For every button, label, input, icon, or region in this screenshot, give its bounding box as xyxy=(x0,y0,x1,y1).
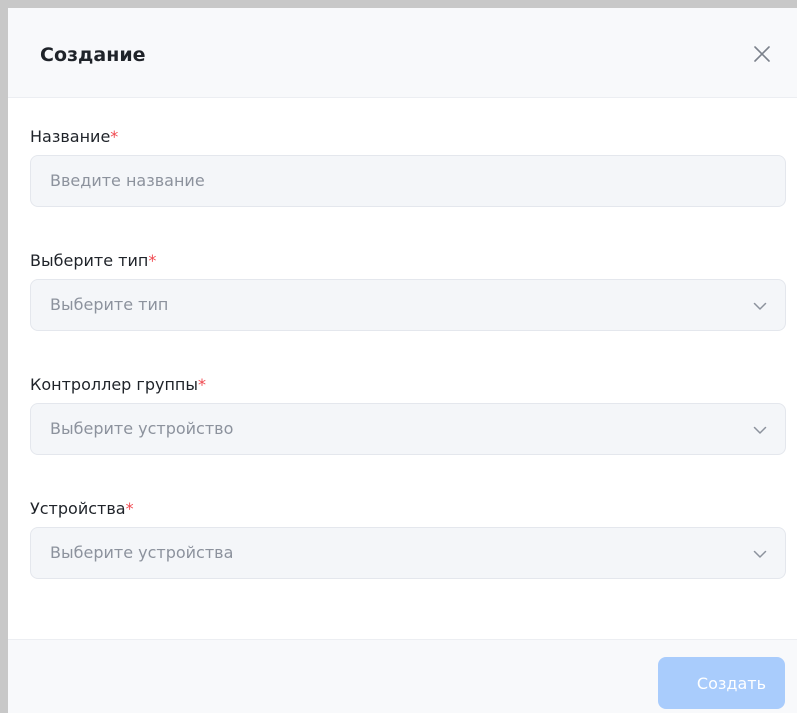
create-dialog: Создание Название* Введите название Выбе… xyxy=(8,8,797,713)
name-input[interactable]: Введите название xyxy=(30,155,786,207)
name-label-text: Название xyxy=(30,127,111,146)
dialog-footer: Создать xyxy=(8,639,797,713)
required-marker: * xyxy=(125,499,134,518)
group-controller-field-label: Контроллер группы* xyxy=(30,375,786,395)
type-field-label: Выберите тип* xyxy=(30,251,786,271)
group-controller-select-placeholder: Выберите устройство xyxy=(50,419,234,438)
required-marker: * xyxy=(198,375,206,394)
dialog-header: Создание xyxy=(8,8,797,98)
create-button[interactable]: Создать xyxy=(658,657,785,709)
type-label-text: Выберите тип xyxy=(30,251,149,270)
group-controller-field-group: Контроллер группы* Выберите устройство xyxy=(30,375,786,455)
type-select-placeholder: Выберите тип xyxy=(50,295,169,314)
devices-field-label: Устройства* xyxy=(30,499,786,519)
devices-select[interactable]: Выберите устройства xyxy=(30,527,786,579)
devices-select-placeholder: Выберите устройства xyxy=(50,543,234,562)
chevron-down-icon xyxy=(753,426,767,434)
dialog-title: Создание xyxy=(40,44,146,66)
required-marker: * xyxy=(148,251,157,270)
devices-label-text: Устройства xyxy=(30,499,126,518)
name-input-placeholder: Введите название xyxy=(50,171,205,190)
name-field-label: Название* xyxy=(30,127,786,147)
group-controller-label-text: Контроллер группы xyxy=(30,375,198,394)
type-select[interactable]: Выберите тип xyxy=(30,279,786,331)
close-icon xyxy=(754,46,770,62)
devices-field-group: Устройства* Выберите устройства xyxy=(30,499,786,579)
close-button[interactable] xyxy=(750,42,774,66)
required-marker: * xyxy=(110,127,119,146)
chevron-down-icon xyxy=(753,302,767,310)
chevron-down-icon xyxy=(753,550,767,558)
name-field-group: Название* Введите название xyxy=(30,127,786,207)
group-controller-select[interactable]: Выберите устройство xyxy=(30,403,786,455)
type-field-group: Выберите тип* Выберите тип xyxy=(30,251,786,331)
